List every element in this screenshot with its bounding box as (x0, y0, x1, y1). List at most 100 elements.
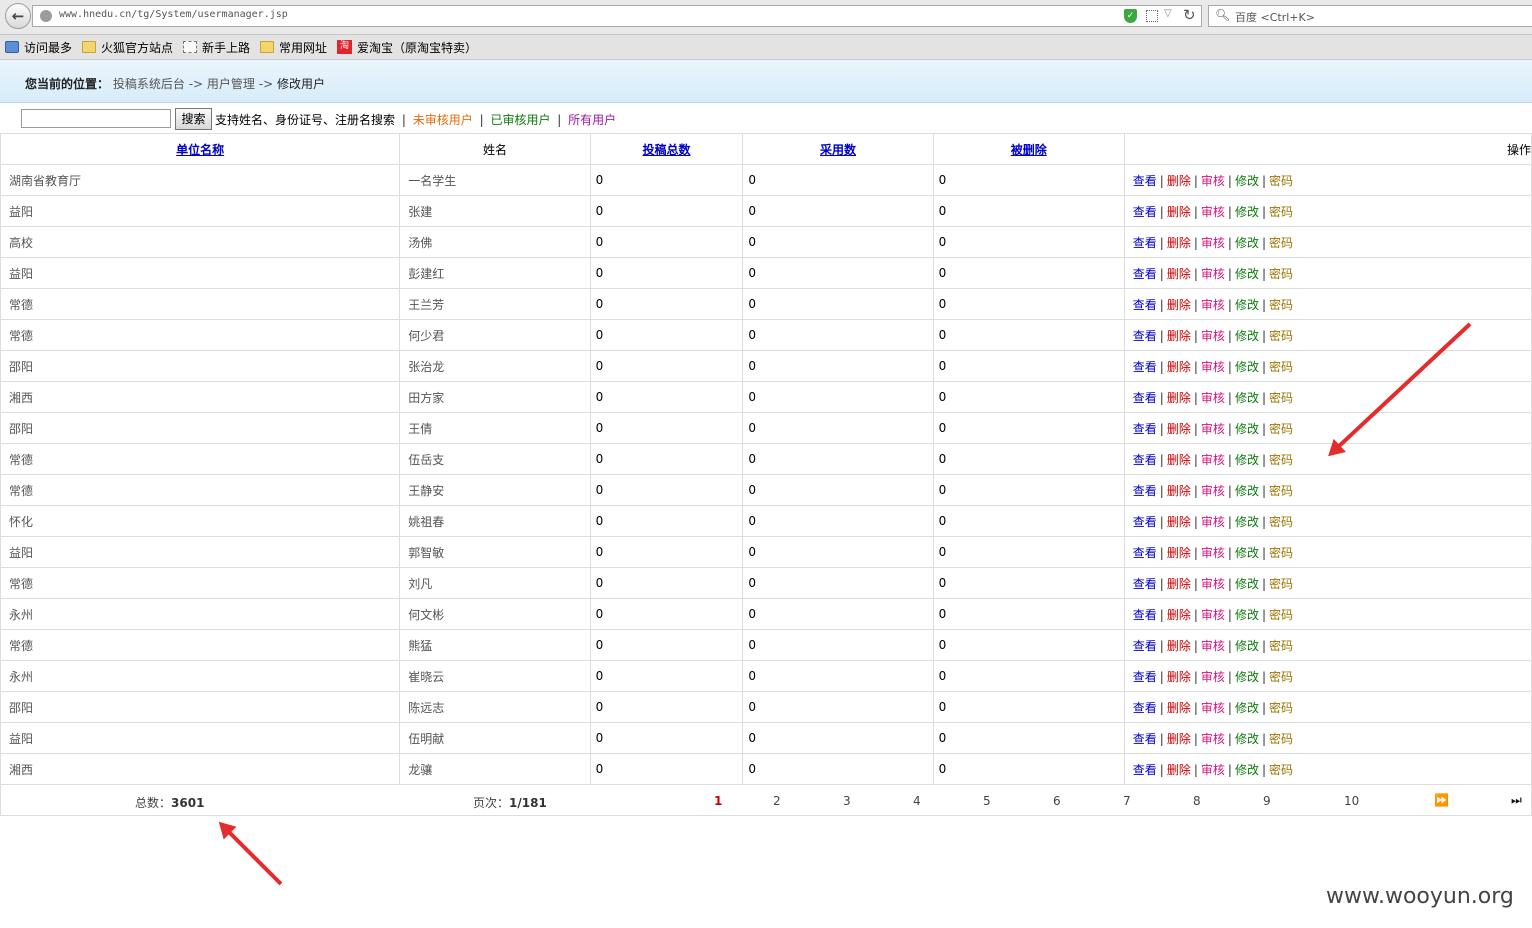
browser-search-box[interactable]: 🔍︎ 百度 <Ctrl+K> (1208, 5, 1532, 27)
delete-link[interactable]: 删除 (1167, 577, 1191, 591)
audit-link[interactable]: 审核 (1201, 763, 1225, 777)
edit-link[interactable]: 修改 (1235, 267, 1259, 281)
edit-link[interactable]: 修改 (1235, 174, 1259, 188)
delete-link[interactable]: 删除 (1167, 391, 1191, 405)
breadcrumb-item[interactable]: 投稿系统后台 (113, 77, 185, 91)
chevron-down-icon[interactable]: ▽ (1164, 8, 1172, 19)
password-link[interactable]: 密码 (1269, 701, 1293, 715)
edit-link[interactable]: 修改 (1235, 732, 1259, 746)
audit-link[interactable]: 审核 (1201, 515, 1225, 529)
edit-link[interactable]: 修改 (1235, 298, 1259, 312)
delete-link[interactable]: 删除 (1167, 360, 1191, 374)
edit-link[interactable]: 修改 (1235, 763, 1259, 777)
view-link[interactable]: 查看 (1133, 763, 1157, 777)
delete-link[interactable]: 删除 (1167, 701, 1191, 715)
bookmark-firefox-official[interactable]: 火狐官方站点 (82, 39, 173, 55)
next-page-icon[interactable]: ⏩ (1434, 793, 1449, 807)
password-link[interactable]: 密码 (1269, 546, 1293, 560)
view-link[interactable]: 查看 (1133, 639, 1157, 653)
audit-link[interactable]: 审核 (1201, 701, 1225, 715)
qr-code-icon[interactable] (1146, 10, 1158, 22)
audit-link[interactable]: 审核 (1201, 422, 1225, 436)
breadcrumb-item[interactable]: 用户管理 (207, 77, 255, 91)
password-link[interactable]: 密码 (1269, 453, 1293, 467)
back-arrow-icon[interactable]: ← (5, 3, 31, 29)
page-link[interactable]: 2 (773, 794, 781, 808)
edit-link[interactable]: 修改 (1235, 670, 1259, 684)
password-link[interactable]: 密码 (1269, 329, 1293, 343)
bookmark-taobao[interactable]: 淘 爱淘宝（原淘宝特卖） (337, 39, 477, 55)
password-link[interactable]: 密码 (1269, 639, 1293, 653)
view-link[interactable]: 查看 (1133, 701, 1157, 715)
bookmark-common-sites[interactable]: 常用网址 (260, 39, 327, 55)
delete-link[interactable]: 删除 (1167, 608, 1191, 622)
password-link[interactable]: 密码 (1269, 670, 1293, 684)
header-unit[interactable]: 单位名称 (0, 133, 401, 165)
shield-icon[interactable]: ✓ (1124, 9, 1137, 23)
audit-link[interactable]: 审核 (1201, 205, 1225, 219)
delete-link[interactable]: 删除 (1167, 484, 1191, 498)
edit-link[interactable]: 修改 (1235, 701, 1259, 715)
password-link[interactable]: 密码 (1269, 391, 1293, 405)
edit-link[interactable]: 修改 (1235, 484, 1259, 498)
delete-link[interactable]: 删除 (1167, 329, 1191, 343)
page-link[interactable]: 1 (714, 794, 722, 808)
audit-link[interactable]: 审核 (1201, 360, 1225, 374)
audit-link[interactable]: 审核 (1201, 670, 1225, 684)
keyword-input[interactable] (21, 109, 171, 128)
password-link[interactable]: 密码 (1269, 577, 1293, 591)
delete-link[interactable]: 删除 (1167, 174, 1191, 188)
password-link[interactable]: 密码 (1269, 422, 1293, 436)
view-link[interactable]: 查看 (1133, 670, 1157, 684)
view-link[interactable]: 查看 (1133, 515, 1157, 529)
page-link[interactable]: 10 (1344, 794, 1359, 808)
page-link[interactable]: 5 (983, 794, 991, 808)
address-bar[interactable]: www.hnedu.cn/tg/System/usermanager.jsp ✓… (32, 5, 1202, 27)
view-link[interactable]: 查看 (1133, 174, 1157, 188)
audit-link[interactable]: 审核 (1201, 391, 1225, 405)
password-link[interactable]: 密码 (1269, 484, 1293, 498)
view-link[interactable]: 查看 (1133, 546, 1157, 560)
search-button[interactable]: 搜索 (175, 108, 212, 130)
password-link[interactable]: 密码 (1269, 236, 1293, 250)
audit-link[interactable]: 审核 (1201, 732, 1225, 746)
view-link[interactable]: 查看 (1133, 484, 1157, 498)
delete-link[interactable]: 删除 (1167, 422, 1191, 436)
audit-link[interactable]: 审核 (1201, 546, 1225, 560)
password-link[interactable]: 密码 (1269, 360, 1293, 374)
edit-link[interactable]: 修改 (1235, 422, 1259, 436)
view-link[interactable]: 查看 (1133, 577, 1157, 591)
password-link[interactable]: 密码 (1269, 298, 1293, 312)
filter-reviewed-link[interactable]: 已审核用户 (490, 113, 550, 127)
audit-link[interactable]: 审核 (1201, 329, 1225, 343)
page-link[interactable]: 8 (1193, 794, 1201, 808)
password-link[interactable]: 密码 (1269, 608, 1293, 622)
audit-link[interactable]: 审核 (1201, 267, 1225, 281)
edit-link[interactable]: 修改 (1235, 205, 1259, 219)
view-link[interactable]: 查看 (1133, 360, 1157, 374)
filter-all-link[interactable]: 所有用户 (568, 113, 616, 127)
view-link[interactable]: 查看 (1133, 608, 1157, 622)
delete-link[interactable]: 删除 (1167, 453, 1191, 467)
edit-link[interactable]: 修改 (1235, 329, 1259, 343)
password-link[interactable]: 密码 (1269, 174, 1293, 188)
edit-link[interactable]: 修改 (1235, 391, 1259, 405)
edit-link[interactable]: 修改 (1235, 453, 1259, 467)
delete-link[interactable]: 删除 (1167, 763, 1191, 777)
delete-link[interactable]: 删除 (1167, 639, 1191, 653)
header-total-submissions[interactable]: 投稿总数 (589, 133, 744, 165)
view-link[interactable]: 查看 (1133, 298, 1157, 312)
edit-link[interactable]: 修改 (1235, 360, 1259, 374)
edit-link[interactable]: 修改 (1235, 639, 1259, 653)
edit-link[interactable]: 修改 (1235, 515, 1259, 529)
audit-link[interactable]: 审核 (1201, 298, 1225, 312)
audit-link[interactable]: 审核 (1201, 608, 1225, 622)
password-link[interactable]: 密码 (1269, 515, 1293, 529)
url-text[interactable]: www.hnedu.cn/tg/System/usermanager.jsp (59, 9, 288, 20)
header-accepted[interactable]: 采用数 (742, 133, 934, 165)
password-link[interactable]: 密码 (1269, 763, 1293, 777)
audit-link[interactable]: 审核 (1201, 639, 1225, 653)
filter-unreviewed-link[interactable]: 未审核用户 (413, 113, 473, 127)
page-link[interactable]: 3 (843, 794, 851, 808)
view-link[interactable]: 查看 (1133, 732, 1157, 746)
